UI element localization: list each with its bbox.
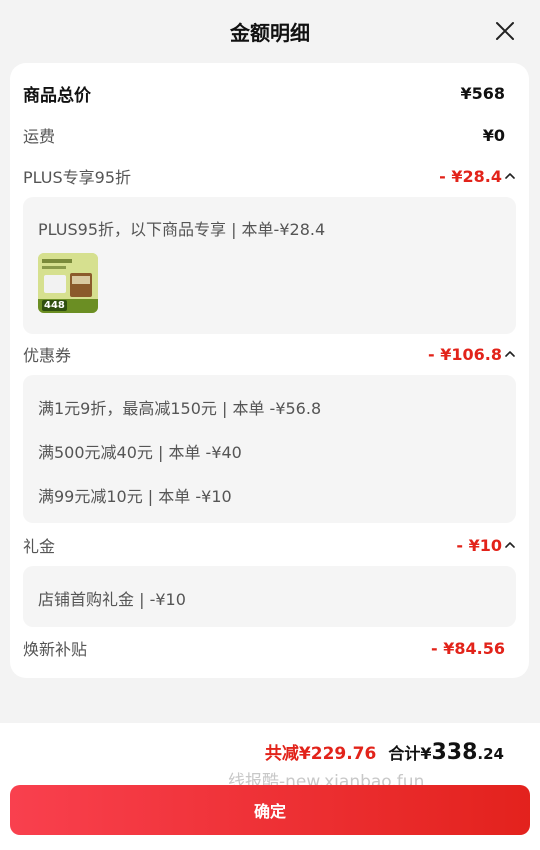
coupon-value: - ¥106.8 [428,345,516,364]
plus-discount-amount: - ¥28.4 [439,166,502,186]
subsidy-value: - ¥84.56 [431,638,505,658]
header: 金额明细 [0,0,540,62]
coupon-detail-item: 满1元9折，最高减150元 | 本单 -¥56.8 [38,399,322,418]
price-summary: 共减¥229.76 合计¥ 338 .24 [265,739,504,765]
goods-total-label: 商品总价 [23,85,91,106]
row-subsidy: 焕新补贴 - ¥84.56 [23,635,516,661]
gift-value: - ¥10 [456,536,516,555]
gift-label: 礼金 [23,537,56,556]
gift-detail-box: 店铺首购礼金 | -¥10 [23,566,516,627]
total-saved: 共减¥229.76 [264,744,377,764]
price-detail-card: 商品总价 ¥568 运费 ¥0 PLUS专享95折 - ¥28.4 PLUS95… [10,63,529,678]
coupon-detail-item: 满500元减40元 | 本单 -¥40 [38,443,242,462]
goods-total-value: ¥568 [460,83,505,103]
confirm-button[interactable]: 确定 [10,785,530,835]
row-shipping: 运费 ¥0 [23,122,516,148]
coupon-detail-item: 满99元减10元 | 本单 -¥10 [38,487,232,506]
coupon-label: 优惠券 [23,346,72,365]
total-label: 合计¥ [388,744,432,763]
subsidy-label: 焕新补贴 [23,640,88,659]
close-icon[interactable] [494,20,516,42]
row-goods-total: 商品总价 ¥568 [23,80,516,106]
product-thumbnail[interactable]: 448 [38,253,98,313]
coupon-detail-box: 满1元9折，最高减150元 | 本单 -¥56.8 满500元减40元 | 本单… [23,375,516,523]
gift-detail-text: 店铺首购礼金 | -¥10 [38,590,186,609]
plus-detail-text: PLUS95折，以下商品专享 | 本单-¥28.4 [38,220,326,239]
page-title: 金额明细 [230,21,310,45]
plus-discount-value: - ¥28.4 [439,167,516,186]
shipping-label: 运费 [23,127,56,146]
shipping-value: ¥0 [482,125,505,145]
coupon-amount: - ¥106.8 [428,344,502,364]
gift-amount: - ¥10 [456,535,502,555]
plus-discount-label: PLUS专享95折 [23,168,131,187]
row-plus-discount[interactable]: PLUS专享95折 - ¥28.4 [23,163,516,189]
thumbnail-badge: 448 [42,300,67,311]
row-coupon[interactable]: 优惠券 - ¥106.8 [23,341,516,367]
chevron-up-icon[interactable] [504,348,516,360]
bottom-bar: 共减¥229.76 合计¥ 338 .24 线报酷-new.xianbao.fu… [0,723,540,850]
plus-detail-box: PLUS95折，以下商品专享 | 本单-¥28.4 448 [23,197,516,334]
chevron-up-icon[interactable] [504,539,516,551]
total-integer: 338 [431,740,478,765]
row-gift[interactable]: 礼金 - ¥10 [23,532,516,558]
total-decimal: .24 [477,745,504,763]
chevron-up-icon[interactable] [504,170,516,182]
